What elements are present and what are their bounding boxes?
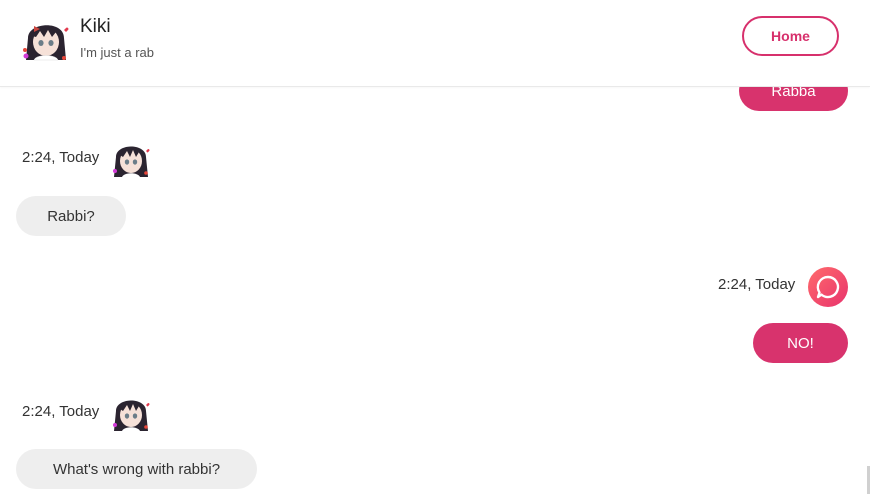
bot-avatar-icon bbox=[23, 25, 69, 61]
bot-avatar-icon bbox=[113, 400, 150, 431]
message-list: Rabba 2:24, Today Rabbi? 2:24, Today NO!… bbox=[0, 87, 870, 504]
home-button[interactable]: Home bbox=[742, 16, 839, 56]
message-time: 2:24, Today bbox=[22, 403, 100, 420]
bot-avatar-icon bbox=[113, 146, 150, 177]
outgoing-message-bubble: NO! bbox=[753, 323, 848, 363]
chat-header: Kiki I'm just a rab Home bbox=[0, 0, 870, 87]
chat-bubble-icon bbox=[808, 267, 848, 307]
contact-status: I'm just a rab bbox=[80, 45, 155, 60]
incoming-message-bubble: What's wrong with rabbi? bbox=[16, 449, 257, 489]
message-time: 2:24, Today bbox=[22, 149, 100, 166]
message-time: 2:24, Today bbox=[718, 276, 796, 293]
chat-page: Kiki I'm just a rab Home Rabba 2:24, Tod… bbox=[0, 0, 870, 504]
contact-name: Kiki bbox=[80, 16, 111, 37]
outgoing-message-bubble: Rabba bbox=[739, 87, 848, 111]
incoming-message-bubble: Rabbi? bbox=[16, 196, 126, 236]
